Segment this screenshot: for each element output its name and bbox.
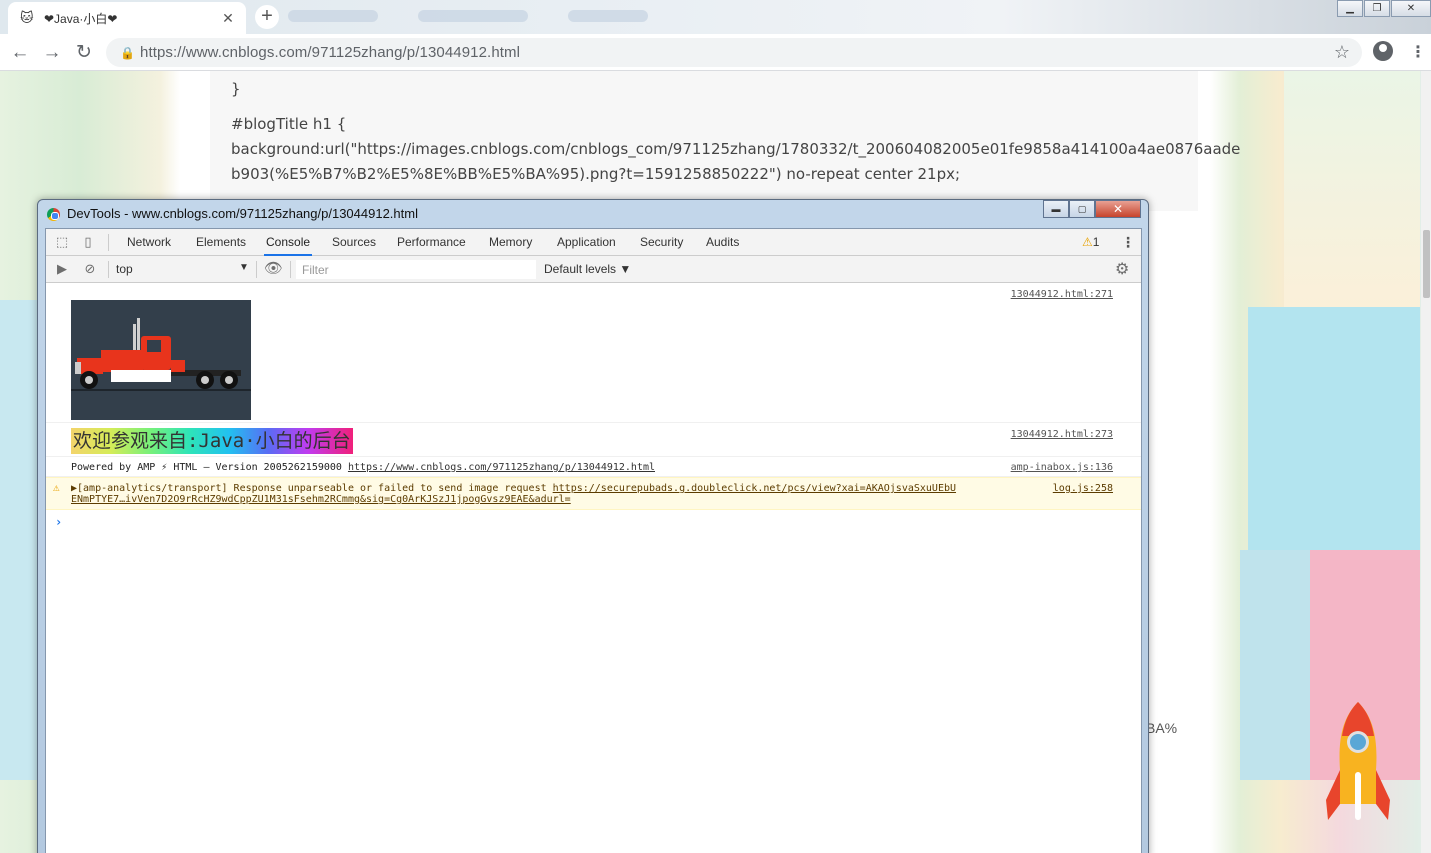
amp-version-text: Powered by AMP ⚡ HTML – Version 20052621… <box>71 462 655 473</box>
devtools-close-button[interactable]: ✕ <box>1095 200 1141 218</box>
tab-application[interactable]: Application <box>555 229 618 256</box>
window-controls: ▁ ❐ ✕ <box>1336 0 1431 17</box>
source-link[interactable]: 13044912.html:273 <box>1011 429 1113 440</box>
chrome-logo-icon <box>47 208 60 221</box>
warning-icon: ⚠ <box>1082 235 1093 249</box>
tab-elements[interactable]: Elements <box>194 229 248 256</box>
blurred-tab[interactable] <box>568 10 648 22</box>
source-link[interactable]: amp-inabox.js:136 <box>1011 462 1113 473</box>
doubleclick-link[interactable]: https://securepubads.g.doubleclick.net/p… <box>553 483 956 494</box>
amp-page-link[interactable]: https://www.cnblogs.com/971125zhang/p/13… <box>348 462 655 473</box>
forward-button[interactable]: → <box>40 41 64 65</box>
filter-input[interactable] <box>296 260 536 279</box>
back-button[interactable]: ← <box>8 41 32 65</box>
source-link[interactable]: log.js:258 <box>1053 483 1113 494</box>
decor-strip <box>1284 71 1420 307</box>
warning-icon: ⚠ <box>53 481 60 494</box>
profile-avatar-icon[interactable] <box>1373 41 1393 61</box>
truck-image <box>71 300 251 420</box>
tab-title: ❤Java·小白❤ <box>44 11 118 26</box>
address-bar[interactable]: 🔒 https://www.cnblogs.com/971125zhang/p/… <box>106 38 1362 67</box>
styled-console-text: 欢迎参观来自:Java·小白的后台 <box>71 428 353 454</box>
tab-network[interactable]: Network <box>125 229 173 256</box>
console-toolbar: ▶ ⊘ top ▼ 👁 Default levels ▼ ⚙ <box>46 256 1141 283</box>
blurred-tab[interactable] <box>288 10 378 22</box>
cat-favicon-icon: 🐱 <box>20 10 34 25</box>
toolbar-divider <box>108 234 109 251</box>
browser-toolbar: ← → ↻ 🔒 https://www.cnblogs.com/971125zh… <box>0 34 1431 71</box>
source-link[interactable]: 13044912.html:271 <box>1011 289 1113 300</box>
background-tabs <box>288 10 648 22</box>
devtools-minimize-button[interactable]: ▬ <box>1043 200 1069 218</box>
code-line: background:url("https://images.cnblogs.c… <box>231 140 1241 158</box>
inspect-element-icon[interactable]: ⬚ <box>54 234 70 250</box>
devtools-titlebar[interactable]: DevTools - www.cnblogs.com/971125zhang/p… <box>38 200 1148 228</box>
gear-icon[interactable]: ⚙ <box>1115 259 1129 279</box>
truck-illustration <box>71 300 251 420</box>
devtools-title: DevTools - www.cnblogs.com/971125zhang/p… <box>67 206 418 221</box>
code-line: #blogTitle h1 { <box>231 115 347 133</box>
tab-audits[interactable]: Audits <box>704 229 741 256</box>
toolbar-divider <box>290 261 291 278</box>
tab-memory[interactable]: Memory <box>487 229 534 256</box>
blurred-tab[interactable] <box>418 10 528 22</box>
code-line: } <box>231 80 241 98</box>
decor-block-blue <box>1248 307 1420 550</box>
tab-sources[interactable]: Sources <box>330 229 378 256</box>
devtools-maximize-button[interactable]: ▢ <box>1069 200 1095 218</box>
devtools-panel: ⬚ ▯ Network Elements Console Sources Per… <box>45 228 1142 853</box>
device-toolbar-icon[interactable]: ▯ <box>80 234 96 250</box>
browser-tab[interactable]: 🐱 ❤Java·小白❤ ✕ <box>8 2 246 34</box>
page-scrollbar[interactable] <box>1421 71 1431 853</box>
tab-performance[interactable]: Performance <box>395 229 468 256</box>
warning-counter[interactable]: ⚠1 <box>1082 235 1099 249</box>
devtools-window: DevTools - www.cnblogs.com/971125zhang/p… <box>37 199 1149 853</box>
lock-icon[interactable]: 🔒 <box>120 46 135 60</box>
tab-strip: 🐱 ❤Java·小白❤ ✕ + ▁ ❐ ✕ <box>0 0 1431 34</box>
close-icon[interactable]: ✕ <box>220 10 236 27</box>
url-text[interactable]: https://www.cnblogs.com/971125zhang/p/13… <box>140 44 520 61</box>
maximize-button[interactable]: ❐ <box>1364 0 1390 17</box>
tab-console[interactable]: Console <box>264 229 313 256</box>
new-tab-button[interactable]: + <box>255 5 279 29</box>
warning-message: ▶[amp-analytics/transport] Response unpa… <box>71 483 956 505</box>
console-warning: ⚠ ▶[amp-analytics/transport] Response un… <box>46 477 1141 510</box>
bookmark-star-icon[interactable]: ☆ <box>1334 42 1350 63</box>
toolbar-divider <box>108 261 109 278</box>
console-output: 13044912.html:271 13044912.html:273 欢迎参观… <box>46 283 1141 853</box>
toolbar-divider <box>256 261 257 278</box>
doubleclick-link-continued[interactable]: ENmPTYE7…ivVen7D2O9rRcHZ9wdCppZU1M31sFse… <box>71 494 571 505</box>
console-prompt[interactable]: › <box>55 515 62 529</box>
decor-block-lightblue <box>1240 550 1310 780</box>
sidebar-toggle-icon[interactable]: ▶ <box>54 261 70 277</box>
decor-block-left <box>0 300 40 780</box>
page-text-fragment: BA% <box>1146 720 1178 736</box>
close-window-button[interactable]: ✕ <box>1391 0 1431 17</box>
reload-button[interactable]: ↻ <box>72 41 96 65</box>
devtools-tabbar: ⬚ ▯ Network Elements Console Sources Per… <box>46 229 1141 256</box>
scrollbar-thumb[interactable] <box>1423 230 1430 298</box>
rocket-back-to-top-icon[interactable] <box>1322 700 1394 825</box>
console-message: Powered by AMP ⚡ HTML – Version 20052621… <box>46 459 1141 477</box>
warning-prefix[interactable]: ▶[amp-analytics/transport] Response unpa… <box>71 483 553 494</box>
tab-security[interactable]: Security <box>638 229 685 256</box>
console-message: 13044912.html:271 <box>46 283 1141 423</box>
devtools-window-controls: ▬ ▢ ✕ <box>1043 200 1141 218</box>
amp-prefix: Powered by AMP ⚡ HTML – Version 20052621… <box>71 462 348 473</box>
minimize-button[interactable]: ▁ <box>1337 0 1363 17</box>
context-selector[interactable]: top <box>116 262 251 276</box>
chevron-down-icon[interactable]: ▼ <box>239 262 249 273</box>
clear-console-icon[interactable]: ⊘ <box>82 261 98 277</box>
warning-count: 1 <box>1092 235 1100 249</box>
browser-menu-icon[interactable]: ⋮ <box>1410 42 1426 62</box>
code-line: b903(%E5%B7%B2%E5%8E%BB%E5%BA%95).png?t=… <box>231 165 961 183</box>
devtools-menu-icon[interactable]: ⋮ <box>1121 234 1135 251</box>
log-levels-dropdown[interactable]: Default levels ▼ <box>544 262 631 276</box>
eye-icon[interactable]: 👁 <box>264 261 283 277</box>
